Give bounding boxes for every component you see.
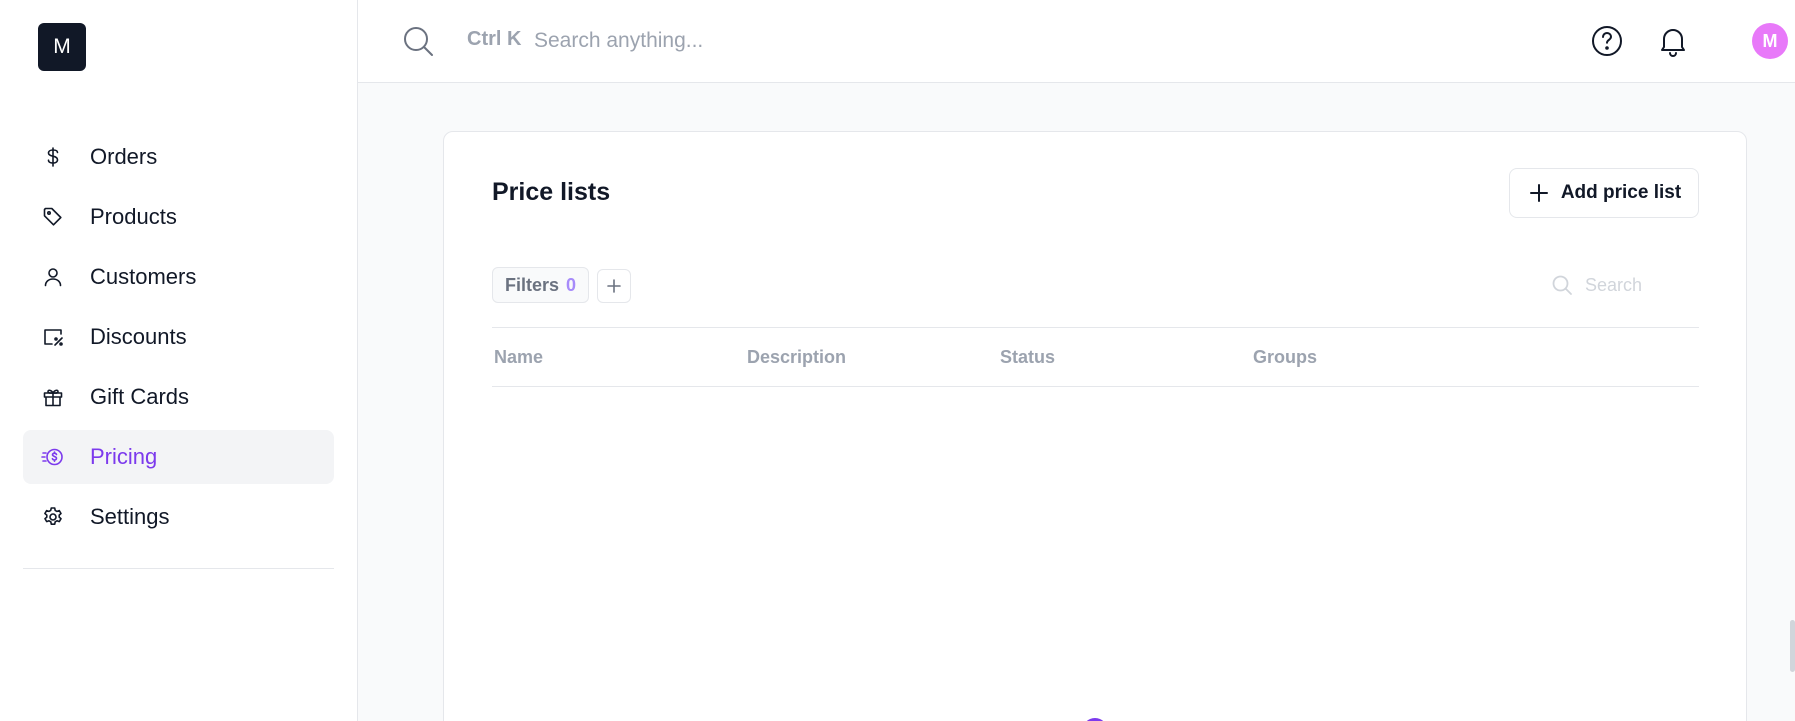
gear-icon <box>41 505 65 529</box>
user-icon <box>41 265 65 289</box>
column-header-description[interactable]: Description <box>747 347 846 368</box>
sidebar-item-label: Products <box>90 204 177 229</box>
sidebar-item-customers[interactable]: Customers <box>23 250 334 304</box>
filters-button[interactable]: Filters 0 <box>492 267 590 303</box>
sidebar-item-label: Settings <box>90 504 170 529</box>
sidebar-divider <box>23 568 334 569</box>
app-root: M Orders Products Customers Discounts Gi… <box>0 0 1795 721</box>
sidebar-item-settings[interactable]: Settings <box>23 490 334 544</box>
store-logo[interactable]: M <box>38 23 86 71</box>
dollar-icon <box>41 145 65 169</box>
sidebar-item-label: Customers <box>90 264 197 289</box>
topbar: Ctrl K M <box>358 0 1795 83</box>
table-search-input[interactable] <box>1585 269 1695 301</box>
sidebar-item-label: Orders <box>90 144 158 169</box>
help-icon[interactable] <box>1590 24 1624 58</box>
add-price-list-button[interactable]: Add price list <box>1509 168 1699 218</box>
column-header-name[interactable]: Name <box>494 347 543 368</box>
sidebar-item-gift-cards[interactable]: Gift Cards <box>23 370 334 424</box>
page-title: Price lists <box>492 178 611 206</box>
price-lists-card: Price lists Add price list Filters 0 Nam… <box>443 131 1747 721</box>
pricing-icon <box>41 445 65 469</box>
sidebar-nav: Orders Products Customers Discounts Gift… <box>23 130 334 550</box>
receipt-percent-icon <box>41 325 65 349</box>
sidebar-item-orders[interactable]: Orders <box>23 130 334 184</box>
column-header-status[interactable]: Status <box>1000 347 1055 368</box>
scrollbar[interactable] <box>1790 620 1795 672</box>
bell-icon[interactable] <box>1656 24 1690 58</box>
global-search-input[interactable] <box>534 22 1034 60</box>
sidebar-item-label: Gift Cards <box>90 384 190 409</box>
gift-icon <box>41 385 65 409</box>
add-filter-button[interactable] <box>597 269 631 303</box>
column-header-groups[interactable]: Groups <box>1253 347 1317 368</box>
search-icon[interactable] <box>401 24 435 58</box>
table-header: Name Description Status Groups <box>492 327 1699 387</box>
keyboard-shortcut-hint: Ctrl K <box>467 28 522 50</box>
filters-label: Filters <box>505 274 560 295</box>
tag-icon <box>41 205 65 229</box>
sidebar-item-label: Discounts <box>90 324 187 349</box>
sidebar: M Orders Products Customers Discounts Gi… <box>0 0 358 721</box>
sidebar-item-pricing[interactable]: Pricing <box>23 430 334 484</box>
sidebar-item-products[interactable]: Products <box>23 190 334 244</box>
avatar[interactable]: M <box>1752 23 1788 59</box>
sidebar-item-label: Pricing <box>90 444 158 469</box>
sidebar-item-discounts[interactable]: Discounts <box>23 310 334 364</box>
filters-count-badge: 0 <box>566 274 577 295</box>
plus-icon <box>607 279 621 293</box>
add-price-list-label: Add price list <box>1560 182 1682 203</box>
search-icon <box>1550 273 1574 297</box>
plus-icon <box>1529 184 1548 202</box>
